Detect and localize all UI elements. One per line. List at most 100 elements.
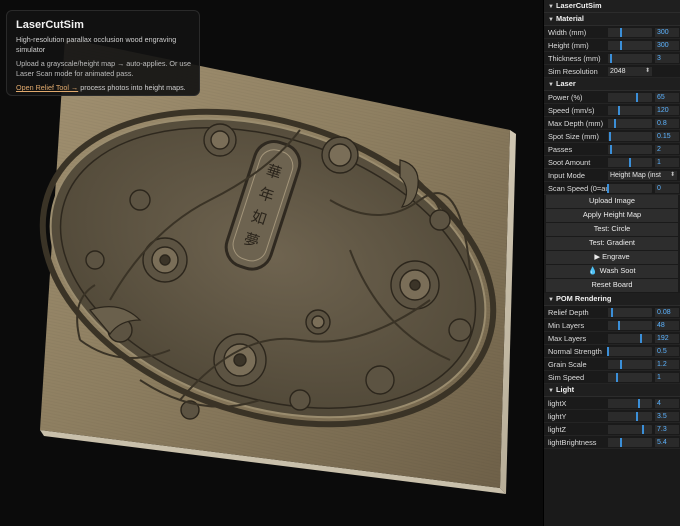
slider-knob[interactable] [610,307,613,317]
slider-knob[interactable] [609,144,612,154]
number-input[interactable]: 300 [655,40,679,50]
usage-hint: Upload a grayscale/height map → auto-app… [16,59,191,78]
control-row: Max Layers 192 [544,332,680,345]
render-viewport[interactable]: 華 年 如 夢 LaserCutSim High-resolution para… [0,0,540,526]
panel-button[interactable]: Test: Gradient [546,237,678,251]
control-row: Relief Depth 0.08 [544,306,680,319]
control-row: Thickness (mm) 3 [544,52,680,65]
slider-track[interactable] [608,424,652,434]
slider-knob[interactable] [629,157,631,167]
number-input[interactable]: 1 [655,157,679,167]
slider-track[interactable] [608,307,652,317]
number-input[interactable]: 300 [655,27,679,37]
control-label: Passes [548,144,573,154]
select-value: 2048 [610,67,626,75]
slider-track[interactable] [608,157,652,167]
slider-knob[interactable] [620,40,623,50]
slider-track[interactable] [608,333,652,343]
slider-track[interactable] [608,320,652,330]
relief-tool-line: Open Relief Tool → process photos into h… [16,83,191,93]
number-input[interactable]: 0.8 [655,118,679,128]
slider-track[interactable] [608,131,652,141]
slider-track[interactable] [608,53,652,63]
slider-knob[interactable] [607,346,609,356]
slider-track[interactable] [608,359,652,369]
slider-track[interactable] [608,92,652,102]
slider-knob[interactable] [620,359,623,369]
number-input[interactable]: 5.4 [655,437,679,447]
slider-knob[interactable] [609,131,612,141]
panel-title: LaserCutSim [556,1,602,10]
number-input[interactable]: 0.08 [655,307,679,317]
slider-track[interactable] [608,398,652,408]
select-dropdown[interactable]: Height Map (inst ⬍ [608,170,677,180]
number-input[interactable]: 3 [655,53,679,63]
slider-track[interactable] [607,183,652,193]
number-input[interactable]: 7.3 [655,424,679,434]
control-label: lightY [548,411,567,421]
info-panel: LaserCutSim High-resolution parallax occ… [6,10,200,96]
control-label: Relief Depth [548,307,589,317]
app-title: LaserCutSim [16,19,84,31]
control-row: lightBrightness 5.4 [544,436,680,449]
slider-fill [608,398,639,408]
number-input[interactable]: 192 [655,333,679,343]
section-header-pom[interactable]: ▼ POM Rendering [544,293,680,306]
number-input[interactable]: 0.5 [655,346,679,356]
panel-button[interactable]: 💧 Wash Soot [546,265,678,279]
number-input[interactable]: 0.15 [655,131,679,141]
number-input[interactable]: 3.5 [655,411,679,421]
control-row: Scan Speed (0=auto) 0 [544,182,680,195]
section-header-laser[interactable]: ▼ Laser [544,78,680,91]
slider-knob[interactable] [610,53,613,63]
slider-track[interactable] [607,346,652,356]
slider-knob[interactable] [613,118,616,128]
slider-track[interactable] [608,118,652,128]
number-input[interactable]: 65 [655,92,679,102]
slider-track[interactable] [608,40,652,50]
slider-knob[interactable] [617,105,620,115]
slider-track[interactable] [608,27,652,37]
slider-knob[interactable] [618,320,620,330]
slider-knob[interactable] [637,398,640,408]
slider-track[interactable] [608,372,652,382]
control-label: Thickness (mm) [548,53,601,63]
panel-button[interactable]: Apply Height Map [546,209,678,223]
section-header-material[interactable]: ▼ Material [544,13,680,26]
control-label: Min Layers [548,320,585,330]
panel-button[interactable]: Test: Circle [546,223,678,237]
slider-knob[interactable] [635,411,638,421]
panel-button[interactable]: ▶ Engrave [546,251,678,265]
slider-track[interactable] [608,437,652,447]
slider-knob[interactable] [615,372,618,382]
control-row: Spot Size (mm) 0.15 [544,130,680,143]
control-label: Soot Amount [548,157,591,167]
slider-knob[interactable] [620,437,623,447]
number-input[interactable]: 0 [655,183,679,193]
number-input[interactable]: 48 [655,320,679,330]
number-input[interactable]: 4 [655,398,679,408]
number-input[interactable]: 2 [655,144,679,154]
slider-knob[interactable] [635,92,638,102]
section-title: Laser [556,79,576,88]
number-input[interactable]: 1 [655,372,679,382]
slider-knob[interactable] [620,27,623,37]
slider-track[interactable] [608,411,652,421]
panel-title-bar[interactable]: ▼ LaserCutSim [544,0,680,13]
panel-button[interactable]: Reset Board [546,279,678,293]
number-input[interactable]: 120 [655,105,679,115]
control-row: Soot Amount 1 [544,156,680,169]
control-row: Grain Scale 1.2 [544,358,680,371]
panel-button[interactable]: Upload Image [546,195,678,209]
slider-knob[interactable] [642,424,645,434]
select-dropdown[interactable]: 2048 ⬍ [608,66,652,76]
slider-knob[interactable] [607,183,609,193]
slider-track[interactable] [608,105,652,115]
slider-track[interactable] [608,144,652,154]
slider-knob[interactable] [640,333,642,343]
number-input[interactable]: 1.2 [655,359,679,369]
section-header-light[interactable]: ▼ Light [544,384,680,397]
control-row: lightX 4 [544,397,680,410]
control-row: lightY 3.5 [544,410,680,423]
open-relief-tool-link[interactable]: Open Relief Tool → [16,83,78,92]
